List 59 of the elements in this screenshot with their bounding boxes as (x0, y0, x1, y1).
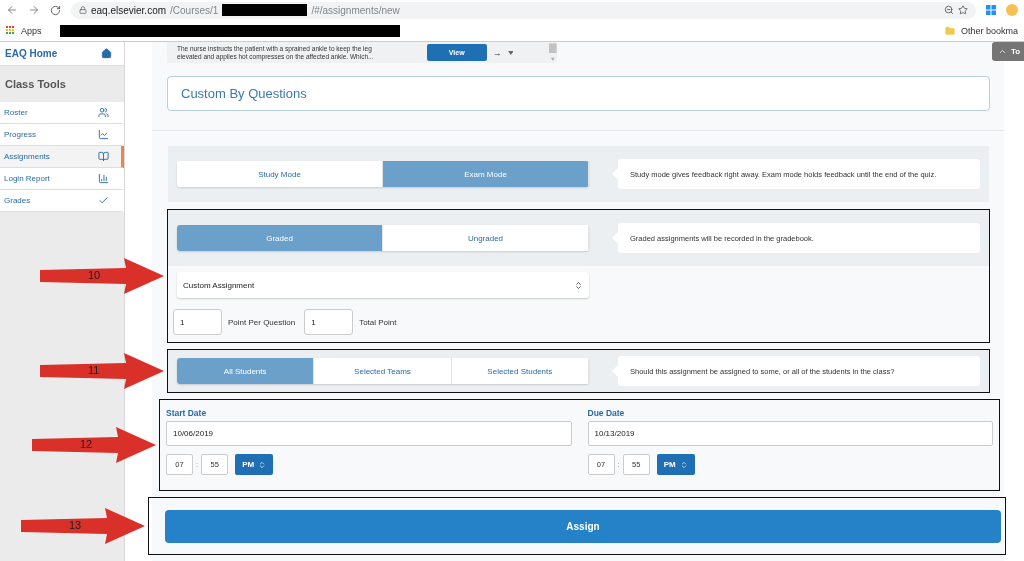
section-heading: Class Tools (4, 77, 67, 92)
annotation-number: 12 (80, 438, 93, 450)
date-label: Due Date (587, 408, 626, 418)
panel-title: Custom By Questions (167, 76, 990, 111)
toggle-option[interactable]: Ungraded (383, 225, 589, 251)
url-path: /Courses/1 (170, 4, 219, 16)
date-field[interactable]: 10/13/2019 (587, 421, 993, 446)
back-icon[interactable] (6, 4, 18, 16)
lock-icon (79, 6, 87, 14)
line-chart-icon (98, 129, 109, 140)
assign-button[interactable]: Assign (165, 510, 1001, 543)
points-field[interactable]: 1 (173, 309, 222, 335)
toggle-option[interactable]: Selected Students (451, 358, 589, 384)
apps-grid-icon[interactable] (6, 26, 15, 35)
updown-icon (574, 280, 583, 290)
updown-icon (258, 460, 267, 469)
sidebar-item[interactable]: Grades (0, 190, 124, 212)
date-field[interactable]: 10/06/2019 (166, 421, 572, 446)
home-link[interactable]: EAQ Home (0, 42, 124, 66)
meridiem-picker[interactable]: PM (656, 454, 695, 475)
sidebar-item[interactable]: Login Report (0, 168, 124, 190)
time-separator: : (196, 460, 199, 469)
sidebar-item[interactable]: Progress (0, 124, 124, 146)
scrollbar-icon[interactable] (549, 42, 557, 63)
reload-icon[interactable] (50, 4, 61, 16)
updown-icon (679, 460, 688, 469)
address-bar[interactable]: eaq.elsevier.com /Courses/1 /#/assignments/new (71, 1, 976, 19)
home-icon (101, 48, 112, 59)
arrow-glyph[interactable]: → (492, 47, 502, 58)
zoom-icon[interactable] (944, 5, 954, 15)
windows-icon[interactable] (986, 5, 996, 15)
meridiem-picker[interactable]: PM (235, 454, 274, 475)
points-field[interactable]: 1 (304, 309, 354, 335)
toggle-option[interactable]: Study Mode (177, 161, 383, 187)
points-label: Point Per Question (228, 317, 296, 327)
folder-icon (944, 25, 955, 36)
back-to-top-button[interactable]: To (992, 42, 1024, 61)
url-host: eaq.elsevier.com (91, 4, 167, 16)
date-label: Start Date (166, 408, 208, 418)
assignment-type-select[interactable]: Custom Assignment (177, 272, 589, 298)
annotation-number: 11 (88, 364, 100, 376)
checkmark-icon (98, 195, 109, 206)
sidebar-item[interactable]: Roster (0, 102, 124, 124)
annotation-number: 10 (88, 269, 101, 281)
caret-icon[interactable] (507, 50, 514, 55)
sidebar-item[interactable]: Assignments (0, 146, 124, 168)
forward-icon[interactable] (28, 4, 40, 16)
bar-chart-icon (98, 173, 109, 184)
users-icon (98, 107, 109, 118)
chevron-up-icon (998, 47, 1007, 56)
book-icon (98, 151, 109, 162)
bookmark-folder[interactable]: Other bookma (960, 25, 1018, 36)
star-icon[interactable] (958, 5, 968, 15)
url-path: /#/assignments/new (311, 4, 400, 16)
apps-label[interactable]: Apps (21, 25, 42, 36)
points-label: Total Point (359, 317, 397, 327)
annotation-number: 13 (69, 519, 82, 531)
toggle-option[interactable]: Selected Teams (314, 358, 452, 384)
time-separator: : (617, 460, 620, 469)
